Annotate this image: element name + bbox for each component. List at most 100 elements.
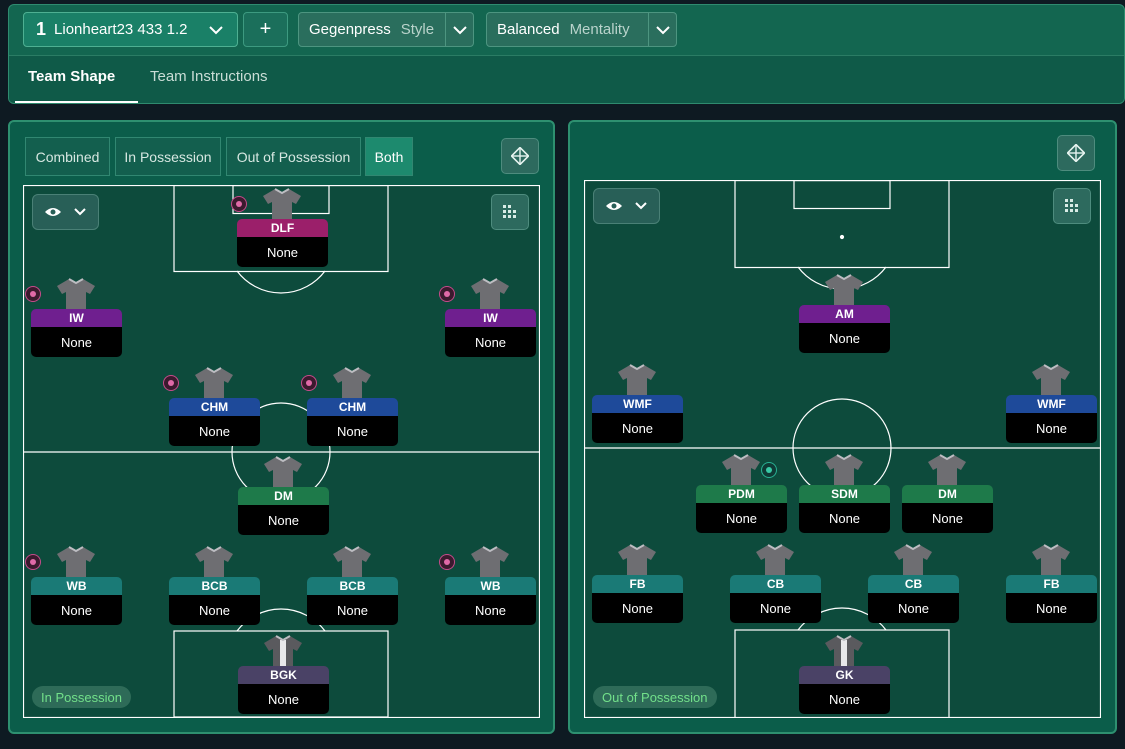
shirt-icon [1032,364,1070,399]
player-slot-defensive-mid[interactable]: DM None [238,455,329,537]
style-value: Gegenpress [309,21,391,38]
tactic-select[interactable]: 1 Lionheart23 433 1.2 [23,12,238,47]
mentality-label: Mentality [569,21,630,38]
phase-label: In Possession [32,686,131,708]
player-role: DM [902,485,993,503]
shirt-icon [825,454,863,489]
player-role: IW [31,309,122,327]
shirt-icon [264,456,302,491]
instruction-badge-icon [761,462,777,478]
player-slot-left-wide-mid[interactable]: WMF None [592,363,683,445]
eye-icon [606,202,623,210]
player-duty: None [237,237,328,267]
player-slot-left-defensive-mid[interactable]: PDM None [696,453,787,535]
mentality-value: Balanced [497,21,560,38]
player-slot-right-wide-mid[interactable]: WMF None [1006,363,1097,445]
player-duty: None [307,595,398,625]
grid-toggle[interactable] [491,194,529,230]
eye-icon [45,208,62,216]
tactic-number: 1 [36,19,47,39]
chevron-down-icon [74,208,86,216]
style-dropdown[interactable]: Gegenpress Style [298,12,474,47]
player-role: WB [445,577,536,595]
player-slot-right-centre-mid[interactable]: CHM None [301,366,398,448]
player-duty: None [238,505,329,535]
player-slot-centre-defensive-mid[interactable]: SDM None [799,453,890,535]
player-slot-striker[interactable]: DLF None [231,187,328,269]
player-duty: None [307,416,398,446]
style-dropdown-toggle[interactable] [445,13,473,46]
view-out-of-possession-button[interactable]: Out of Possession [226,137,361,176]
player-slot-right-defensive-mid[interactable]: DM None [902,453,993,535]
player-role: CB [868,575,959,593]
player-slot-goalkeeper[interactable]: BGK None [238,634,329,716]
shirt-icon [57,546,95,581]
shirt-icon [894,544,932,579]
player-slot-left-full-back[interactable]: FB None [592,543,683,625]
instruction-badge-icon [163,375,179,391]
player-slot-right-centre-back[interactable]: CB None [868,543,959,625]
mentality-dropdown-toggle[interactable] [648,13,676,46]
player-duty: None [799,323,890,353]
player-slot-attacking-mid[interactable]: AM None [799,273,890,355]
mentality-dropdown[interactable]: Balanced Mentality [486,12,677,47]
active-tab-indicator [15,101,138,103]
tactic-header: 1 Lionheart23 433 1.2 + Gegenpress Style… [8,4,1125,104]
player-slot-right-wing[interactable]: IW None [439,277,536,359]
pitch-tools-icon [511,147,529,165]
player-slot-right-wing-back[interactable]: WB None [439,545,536,627]
player-duty: None [1006,593,1097,623]
player-role: CB [730,575,821,593]
player-duty: None [799,503,890,533]
tab-team-shape[interactable]: Team Shape [28,68,115,85]
player-slot-left-centre-back[interactable]: CB None [730,543,821,625]
player-role: FB [592,575,683,593]
player-slot-goalkeeper[interactable]: GK None [799,634,890,716]
instruction-badge-icon [301,375,317,391]
player-duty: None [799,684,890,714]
view-combined-button[interactable]: Combined [25,137,110,176]
pitch-tools-button[interactable] [501,138,539,174]
shirt-icon [333,546,371,581]
tactic-toolbar: 1 Lionheart23 433 1.2 + Gegenpress Style… [9,5,1124,55]
player-role: PDM [696,485,787,503]
shirt-icon [195,367,233,402]
player-role: DLF [237,219,328,237]
shirt-icon [618,544,656,579]
player-role: SDM [799,485,890,503]
tab-team-instructions[interactable]: Team Instructions [150,68,268,85]
phase-label: Out of Possession [593,686,717,708]
grid-toggle[interactable] [1053,188,1091,224]
visibility-toggle[interactable] [32,194,99,230]
instruction-badge-icon [25,554,41,570]
player-duty: None [445,595,536,625]
player-slot-right-centre-back[interactable]: BCB None [307,545,398,627]
player-slot-left-centre-back[interactable]: BCB None [169,545,260,627]
instruction-badge-icon [231,196,247,212]
pitch-tools-button[interactable] [1057,135,1095,171]
player-duty: None [696,503,787,533]
player-role: CHM [169,398,260,416]
player-slot-left-wing-back[interactable]: WB None [25,545,122,627]
view-both-button[interactable]: Both [365,137,413,176]
player-role: AM [799,305,890,323]
instruction-badge-icon [439,286,455,302]
add-tactic-button[interactable]: + [243,12,288,47]
player-role: BCB [169,577,260,595]
visibility-toggle[interactable] [593,188,660,224]
player-duty: None [902,503,993,533]
player-slot-right-full-back[interactable]: FB None [1006,543,1097,625]
player-duty: None [730,593,821,623]
shirt-icon [195,546,233,581]
player-role: CHM [307,398,398,416]
player-slot-left-centre-mid[interactable]: CHM None [163,366,260,448]
shirt-icon [825,635,863,670]
view-in-possession-button[interactable]: In Possession [115,137,221,176]
player-role: BGK [238,666,329,684]
player-duty: None [1006,413,1097,443]
tab-bar: Team Shape Team Instructions [9,55,1124,103]
player-role: BCB [307,577,398,595]
player-slot-left-wing[interactable]: IW None [25,277,122,359]
chevron-down-icon [635,202,647,210]
shirt-icon [722,454,760,489]
